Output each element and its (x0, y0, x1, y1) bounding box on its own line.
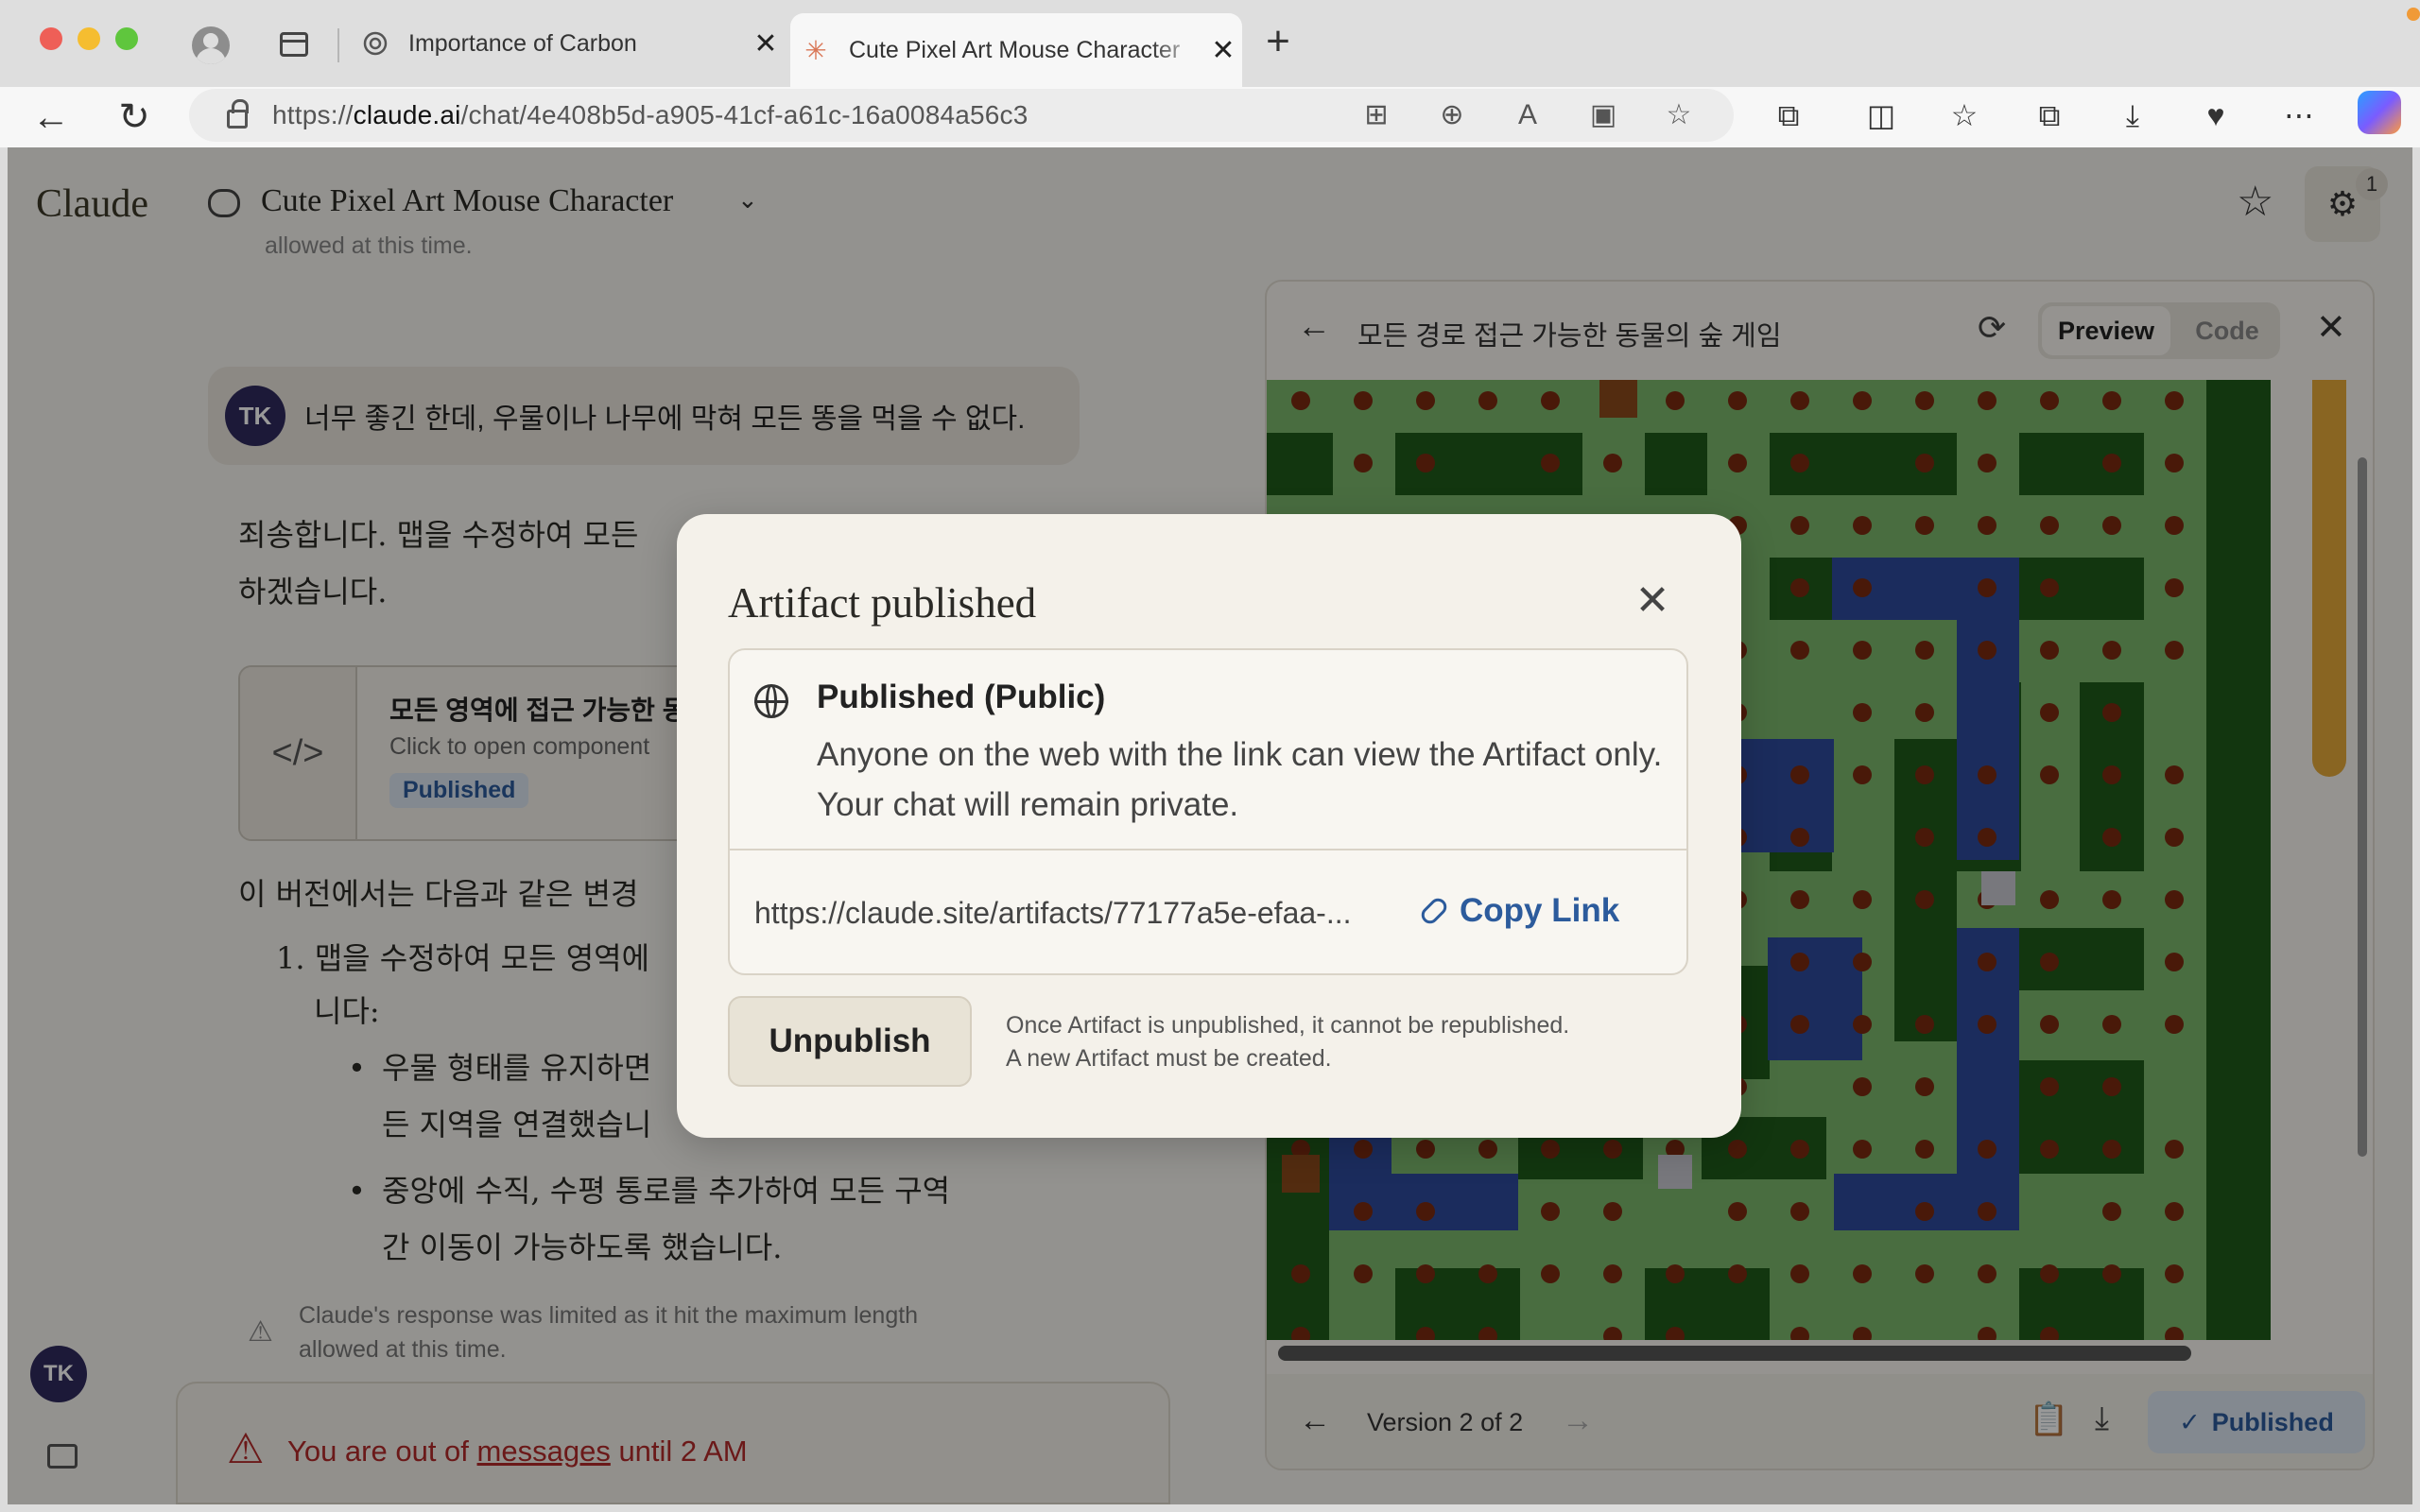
copy-link-button[interactable]: Copy Link (1418, 892, 1620, 930)
publish-description: Anyone on the web with the link can view… (817, 736, 1663, 823)
url-input[interactable]: https://claude.ai/chat/4e408b5d-a905-41c… (189, 89, 1734, 142)
tab-cute-pixel-art-mouse[interactable]: ✳ Cute Pixel Art Mouse Character ✕ (790, 13, 1242, 87)
copy-link-label: Copy Link (1460, 892, 1620, 929)
dialog-title: Artifact published (728, 579, 1037, 627)
publish-status-heading: Published (Public) (817, 679, 1106, 715)
tab-title: Importance of Carbon (408, 29, 637, 57)
minimize-window-button[interactable] (78, 27, 100, 50)
close-icon[interactable]: ✕ (1204, 34, 1242, 67)
publish-info-box: Published (Public) Anyone on the web wit… (728, 648, 1688, 975)
note-text: A new Artifact must be created. (1006, 1045, 1332, 1072)
copilot-icon[interactable] (2358, 91, 2401, 134)
url-text: https://claude.ai/chat/4e408b5d-a905-41c… (272, 100, 1028, 129)
extensions-icon[interactable]: ⧉ (1768, 94, 1809, 136)
link-icon (1418, 895, 1450, 927)
new-tab-icon[interactable]: + (1257, 21, 1299, 62)
read-aloud-icon[interactable]: A (1511, 98, 1545, 132)
tab-separator (337, 28, 339, 62)
tab-importance-of-carbon[interactable]: Importance of Carbon ✕ (350, 13, 785, 74)
globe-icon (754, 684, 788, 718)
favorite-star-icon[interactable]: ☆ (1662, 98, 1696, 132)
claude-icon: ✳ (804, 35, 827, 65)
reload-icon[interactable]: ↻ (112, 94, 157, 140)
lock-icon (227, 99, 249, 129)
browser-tab-bar: Importance of Carbon ✕ ✳ Cute Pixel Art … (0, 0, 2420, 87)
close-window-button[interactable] (40, 27, 62, 50)
close-icon[interactable]: ✕ (1632, 580, 1673, 622)
close-icon[interactable]: ✕ (747, 27, 785, 60)
artifact-link[interactable]: https://claude.site/artifacts/77177a5e-e… (754, 896, 1351, 931)
update-indicator (2407, 8, 2420, 21)
split-screen-icon[interactable]: ◫ (1860, 94, 1902, 136)
immersive-reader-icon[interactable]: ▣ (1586, 98, 1620, 132)
artifact-published-dialog: Artifact published ✕ Published (Public) … (677, 514, 1741, 1138)
back-icon[interactable]: ← (28, 94, 74, 140)
apps-icon[interactable]: ⊞ (1359, 98, 1393, 132)
unpublish-note: Once Artifact is unpublished, it cannot … (1006, 1009, 1569, 1075)
note-text: Once Artifact is unpublished, it cannot … (1006, 1012, 1570, 1039)
zoom-icon[interactable]: ⊕ (1435, 98, 1469, 132)
downloads-icon[interactable]: ⤓ (2112, 94, 2153, 136)
collections-icon[interactable]: ⧉ (2029, 94, 2070, 136)
tab-actions-icon[interactable] (280, 32, 308, 57)
maximize-window-button[interactable] (115, 27, 138, 50)
openai-icon (361, 29, 389, 58)
profile-icon[interactable] (192, 26, 230, 64)
tab-title: Cute Pixel Art Mouse Character (849, 36, 1181, 63)
divider (730, 849, 1686, 850)
unpublish-button[interactable]: Unpublish (728, 996, 972, 1087)
favorites-icon[interactable]: ☆ (1944, 94, 1985, 136)
more-options-icon[interactable]: ⋯ (2278, 94, 2320, 136)
browser-essentials-icon[interactable]: ♥ (2195, 94, 2237, 136)
